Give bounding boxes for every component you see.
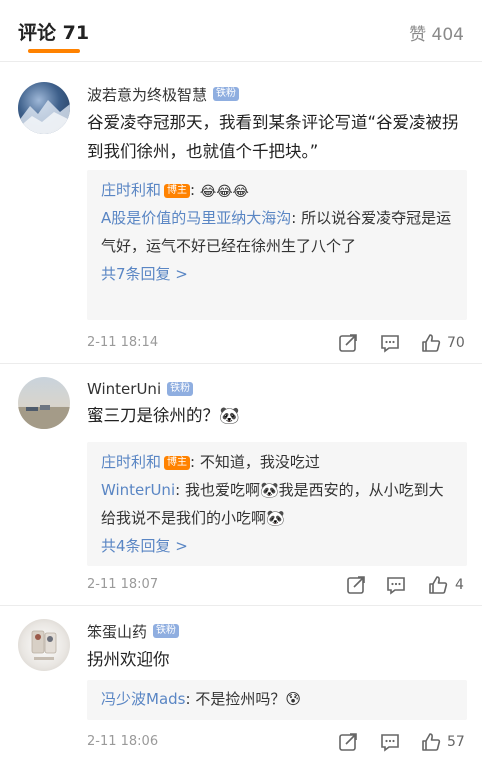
comment-time: 2-11 18:07 [87, 577, 159, 592]
fan-badge: 铁粉 [167, 382, 194, 396]
comment-text[interactable]: 谷爱凌夺冠那天，我看到某条评论写道“谷爱凌被拐到我们徐州，也就值个千把块。” [87, 108, 467, 166]
tab-comments[interactable]: 评论 71 [18, 18, 89, 45]
like-icon[interactable] [420, 332, 444, 356]
comment-divider [0, 363, 482, 364]
reply-text: 不是捡州吗？😰 [195, 690, 301, 708]
comment-username[interactable]: 波若意为终极智慧 [87, 84, 207, 105]
tab-likes[interactable]: 赞 404 [409, 20, 464, 45]
comment-footer: 2-11 18:06 57 [87, 731, 467, 755]
comment-text[interactable]: 拐州欢迎你 [87, 645, 467, 674]
reply-author[interactable]: 庄时利和 [101, 453, 161, 471]
blogger-badge: 博主 [164, 456, 191, 470]
share-icon[interactable] [337, 731, 361, 755]
like-count: 4 [455, 577, 464, 593]
comment-time: 2-11 18:14 [87, 335, 159, 350]
reply-item: A股是价值的马里亚纳大海沟: 所以说谷爱凌夺冠是运气好，运气不好已经在徐州生了八… [101, 209, 452, 255]
avatar[interactable] [18, 82, 70, 134]
comment-username[interactable]: 笨蛋山药 [87, 621, 147, 642]
comment-author-row: 波若意为终极智慧 铁粉 [87, 83, 240, 105]
avatar[interactable] [18, 619, 70, 671]
comment-author-row: 笨蛋山药 铁粉 [87, 620, 180, 642]
reply-author[interactable]: 庄时利和 [101, 181, 161, 199]
reply-box[interactable]: 冯少波Mads: 不是捡州吗？😰 [87, 680, 467, 720]
reply-box[interactable]: 庄时利和 博主: 不知道，我没吃过 WinterUni: 我也爱吃啊🐼我是西安的，… [87, 442, 467, 566]
laugh-emoji: 😂😂😂 [199, 184, 249, 200]
blogger-badge: 博主 [164, 184, 191, 198]
comment-icon[interactable] [379, 731, 403, 755]
comment-icon[interactable] [385, 574, 409, 598]
reply-item: 庄时利和 博主: 😂😂😂 [101, 181, 249, 200]
share-icon[interactable] [345, 574, 369, 598]
avatar[interactable] [18, 377, 70, 429]
like-icon[interactable] [420, 731, 444, 755]
reply-author[interactable]: WinterUni [101, 481, 175, 499]
comment-footer: 2-11 18:07 4 [87, 574, 467, 598]
more-replies-link[interactable]: 共4条回复 > [101, 532, 453, 560]
comment-text[interactable]: 蜜三刀是徐州的？🐼 [87, 401, 467, 430]
reply-item: 冯少波Mads: 不是捡州吗？😰 [101, 690, 301, 708]
reply-author[interactable]: 冯少波Mads [101, 690, 185, 708]
fan-badge: 铁粉 [153, 624, 180, 638]
fan-badge: 铁粉 [213, 87, 240, 101]
comment-time: 2-11 18:06 [87, 734, 159, 749]
like-icon[interactable] [427, 574, 451, 598]
header-divider [0, 61, 482, 62]
comment-icon[interactable] [379, 332, 403, 356]
reply-item: 庄时利和 博主: 不知道，我没吃过 [101, 453, 320, 471]
like-count: 57 [447, 734, 465, 750]
comment-author-row: WinterUni 铁粉 [87, 378, 194, 400]
comment-divider [0, 605, 482, 606]
active-tab-indicator [28, 49, 80, 53]
comment-footer: 2-11 18:14 70 [87, 332, 467, 356]
more-replies-link[interactable]: 共7条回复 > [101, 260, 453, 288]
reply-text: 不知道，我没吃过 [199, 453, 320, 471]
reply-item: WinterUni: 我也爱吃啊🐼我是西安的，从小吃到大给我说不是我们的小吃啊🐼 [101, 481, 444, 527]
share-icon[interactable] [337, 332, 361, 356]
like-count: 70 [447, 335, 465, 351]
reply-box[interactable]: 庄时利和 博主: 😂😂😂 A股是价值的马里亚纳大海沟: 所以说谷爱凌夺冠是运气好，… [87, 170, 467, 320]
comment-username[interactable]: WinterUni [87, 380, 161, 398]
comments-header: 评论 71 赞 404 [0, 0, 482, 62]
reply-author[interactable]: A股是价值的马里亚纳大海沟 [101, 209, 291, 227]
